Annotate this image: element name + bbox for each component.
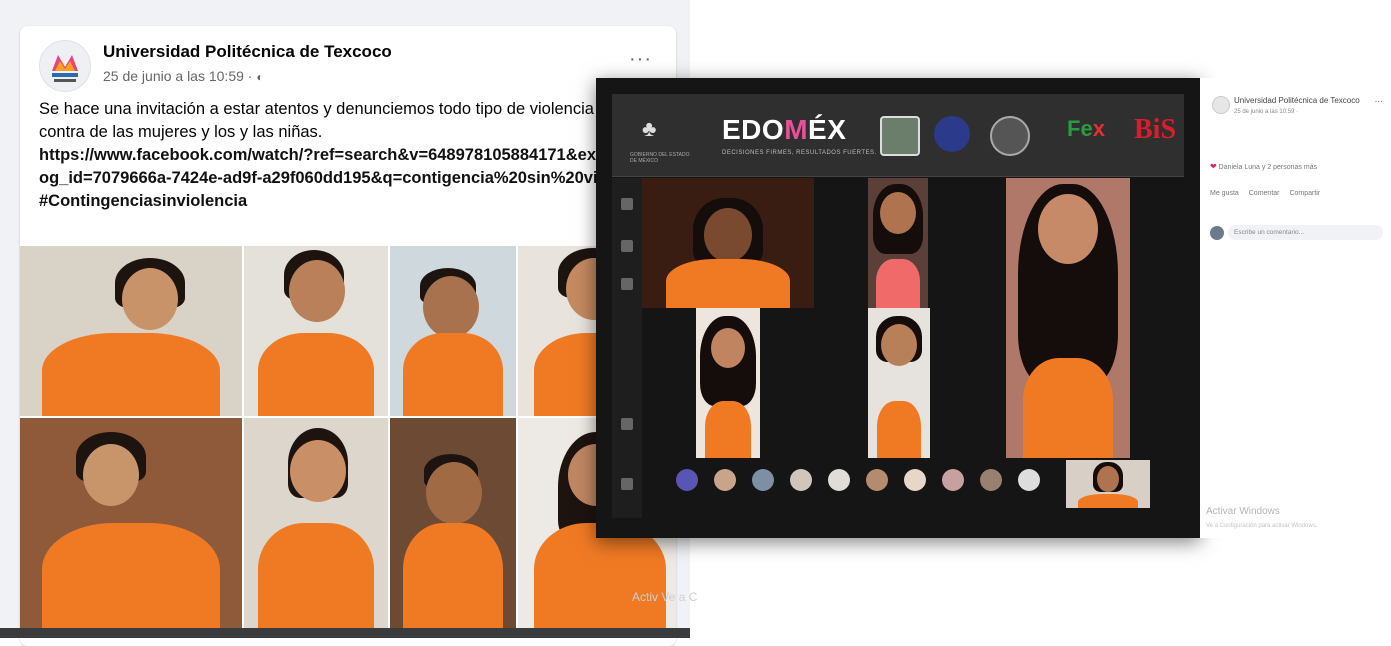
video-tile-3[interactable] [696,308,760,458]
video-tile-4[interactable] [868,308,930,458]
post-text: Se hace una invitación a estar atentos y… [39,98,659,213]
photo-5[interactable] [20,418,242,628]
photo-collage[interactable] [20,246,676,646]
more-options-button[interactable]: ··· [629,48,652,71]
video-tile-main[interactable] [1006,178,1130,458]
participant-avatar[interactable] [904,469,926,491]
rail-icon-5[interactable] [621,478,633,490]
share-button[interactable]: Compartir [1289,190,1320,197]
hashtag-link[interactable]: #Contingenciasinviolencia [39,190,659,213]
photo-2[interactable] [244,246,388,416]
mini-page-avatar[interactable] [1212,96,1230,114]
post-link[interactable]: https://www.facebook.com/watch/?ref=sear… [39,144,659,190]
texcoco-logo: Fex [1067,116,1105,142]
rail-icon-3[interactable] [621,278,633,290]
photo-7[interactable] [390,418,516,628]
participant-avatar[interactable] [1018,469,1040,491]
edomex-slogan: DECISIONES FIRMES, RESULTADOS FUERTES. [722,150,877,156]
facebook-post: Universidad Politécnica de Texcoco 25 de… [20,26,676,646]
mini-timestamp[interactable]: 25 de junio a las 10:59 · [1234,109,1298,115]
rail-icon-2[interactable] [621,240,633,252]
rail-icon-1[interactable] [621,198,633,210]
edomex-logo: EDOMÉX [722,114,846,146]
institution-logo-2 [934,116,970,152]
participant-avatar[interactable] [790,469,812,491]
video-tile-1[interactable] [642,178,814,308]
photo-6[interactable] [244,418,388,628]
mini-action-bar: Me gusta Comentar Compartir [1210,190,1328,197]
institutional-banner: ♣ GOBIERNO DEL ESTADO DE MÉXICO EDOMÉX D… [612,94,1184,177]
participant-avatar[interactable] [866,469,888,491]
activate-windows-watermark-left: Activ Ve a C [632,590,698,604]
video-tile-2[interactable] [868,178,928,308]
mini-reactions-text: Daniela Luna y 2 personas más [1218,164,1318,171]
video-call-screenshot[interactable]: ♣ GOBIERNO DEL ESTADO DE MÉXICO EDOMÉX D… [596,78,1200,538]
facebook-post-mini: Universidad Politécnica de Texcoco 25 de… [1200,78,1391,538]
rail-icon-4[interactable] [621,418,633,430]
edomex-m: M [784,114,809,145]
participant-avatar[interactable] [828,469,850,491]
texcoco-logo-fe: Fe [1067,116,1093,141]
participant-avatar[interactable] [942,469,964,491]
post-timestamp[interactable]: 25 de junio a las 10:59 · ◐ [103,68,264,84]
participant-avatar[interactable] [676,469,698,491]
comment-button[interactable]: Comentar [1249,190,1280,197]
edomex-right: ÉX [808,114,847,145]
participant-avatar[interactable] [752,469,774,491]
commenter-avatar [1210,226,1224,240]
photo-3[interactable] [390,246,516,416]
reaction-heart-icon: ❤ [1210,162,1217,171]
self-view-tile[interactable] [1066,460,1150,508]
institution-logo-1 [880,116,920,156]
meeting-side-rail [612,178,642,518]
photo-1[interactable] [20,246,242,416]
bis-logo: BiS [1134,114,1177,145]
state-crest-icon: ♣ [642,116,657,141]
activate-windows-title: Activar Windows [1206,506,1280,517]
post-body: Se hace una invitación a estar atentos y… [39,100,617,141]
participants-strip [666,463,1116,499]
activate-windows-subtitle: Ve a Configuración para activar Windows. [1206,523,1318,529]
comment-input[interactable]: Escribe un comentario... [1228,225,1383,240]
mini-reactions[interactable]: ❤ Daniela Luna y 2 personas más [1210,162,1317,171]
mini-page-name[interactable]: Universidad Politécnica de Texcoco [1234,96,1360,105]
texcoco-logo-x: x [1092,116,1105,141]
page-avatar[interactable] [39,40,91,92]
post-footer-bar [0,628,690,638]
globe-icon: ◐ [256,70,264,84]
participant-avatar[interactable] [714,469,736,491]
institution-logo-3 [990,116,1030,156]
participant-avatar[interactable] [980,469,1002,491]
like-button[interactable]: Me gusta [1210,190,1239,197]
timestamp-text[interactable]: 25 de junio a las 10:59 · [103,68,252,84]
edomex-left: EDO [722,114,785,145]
gov-label: GOBIERNO DEL ESTADO DE MÉXICO [630,152,690,164]
page-name-link[interactable]: Universidad Politécnica de Texcoco [103,42,392,62]
mini-more-icon[interactable]: ... [1375,94,1383,105]
